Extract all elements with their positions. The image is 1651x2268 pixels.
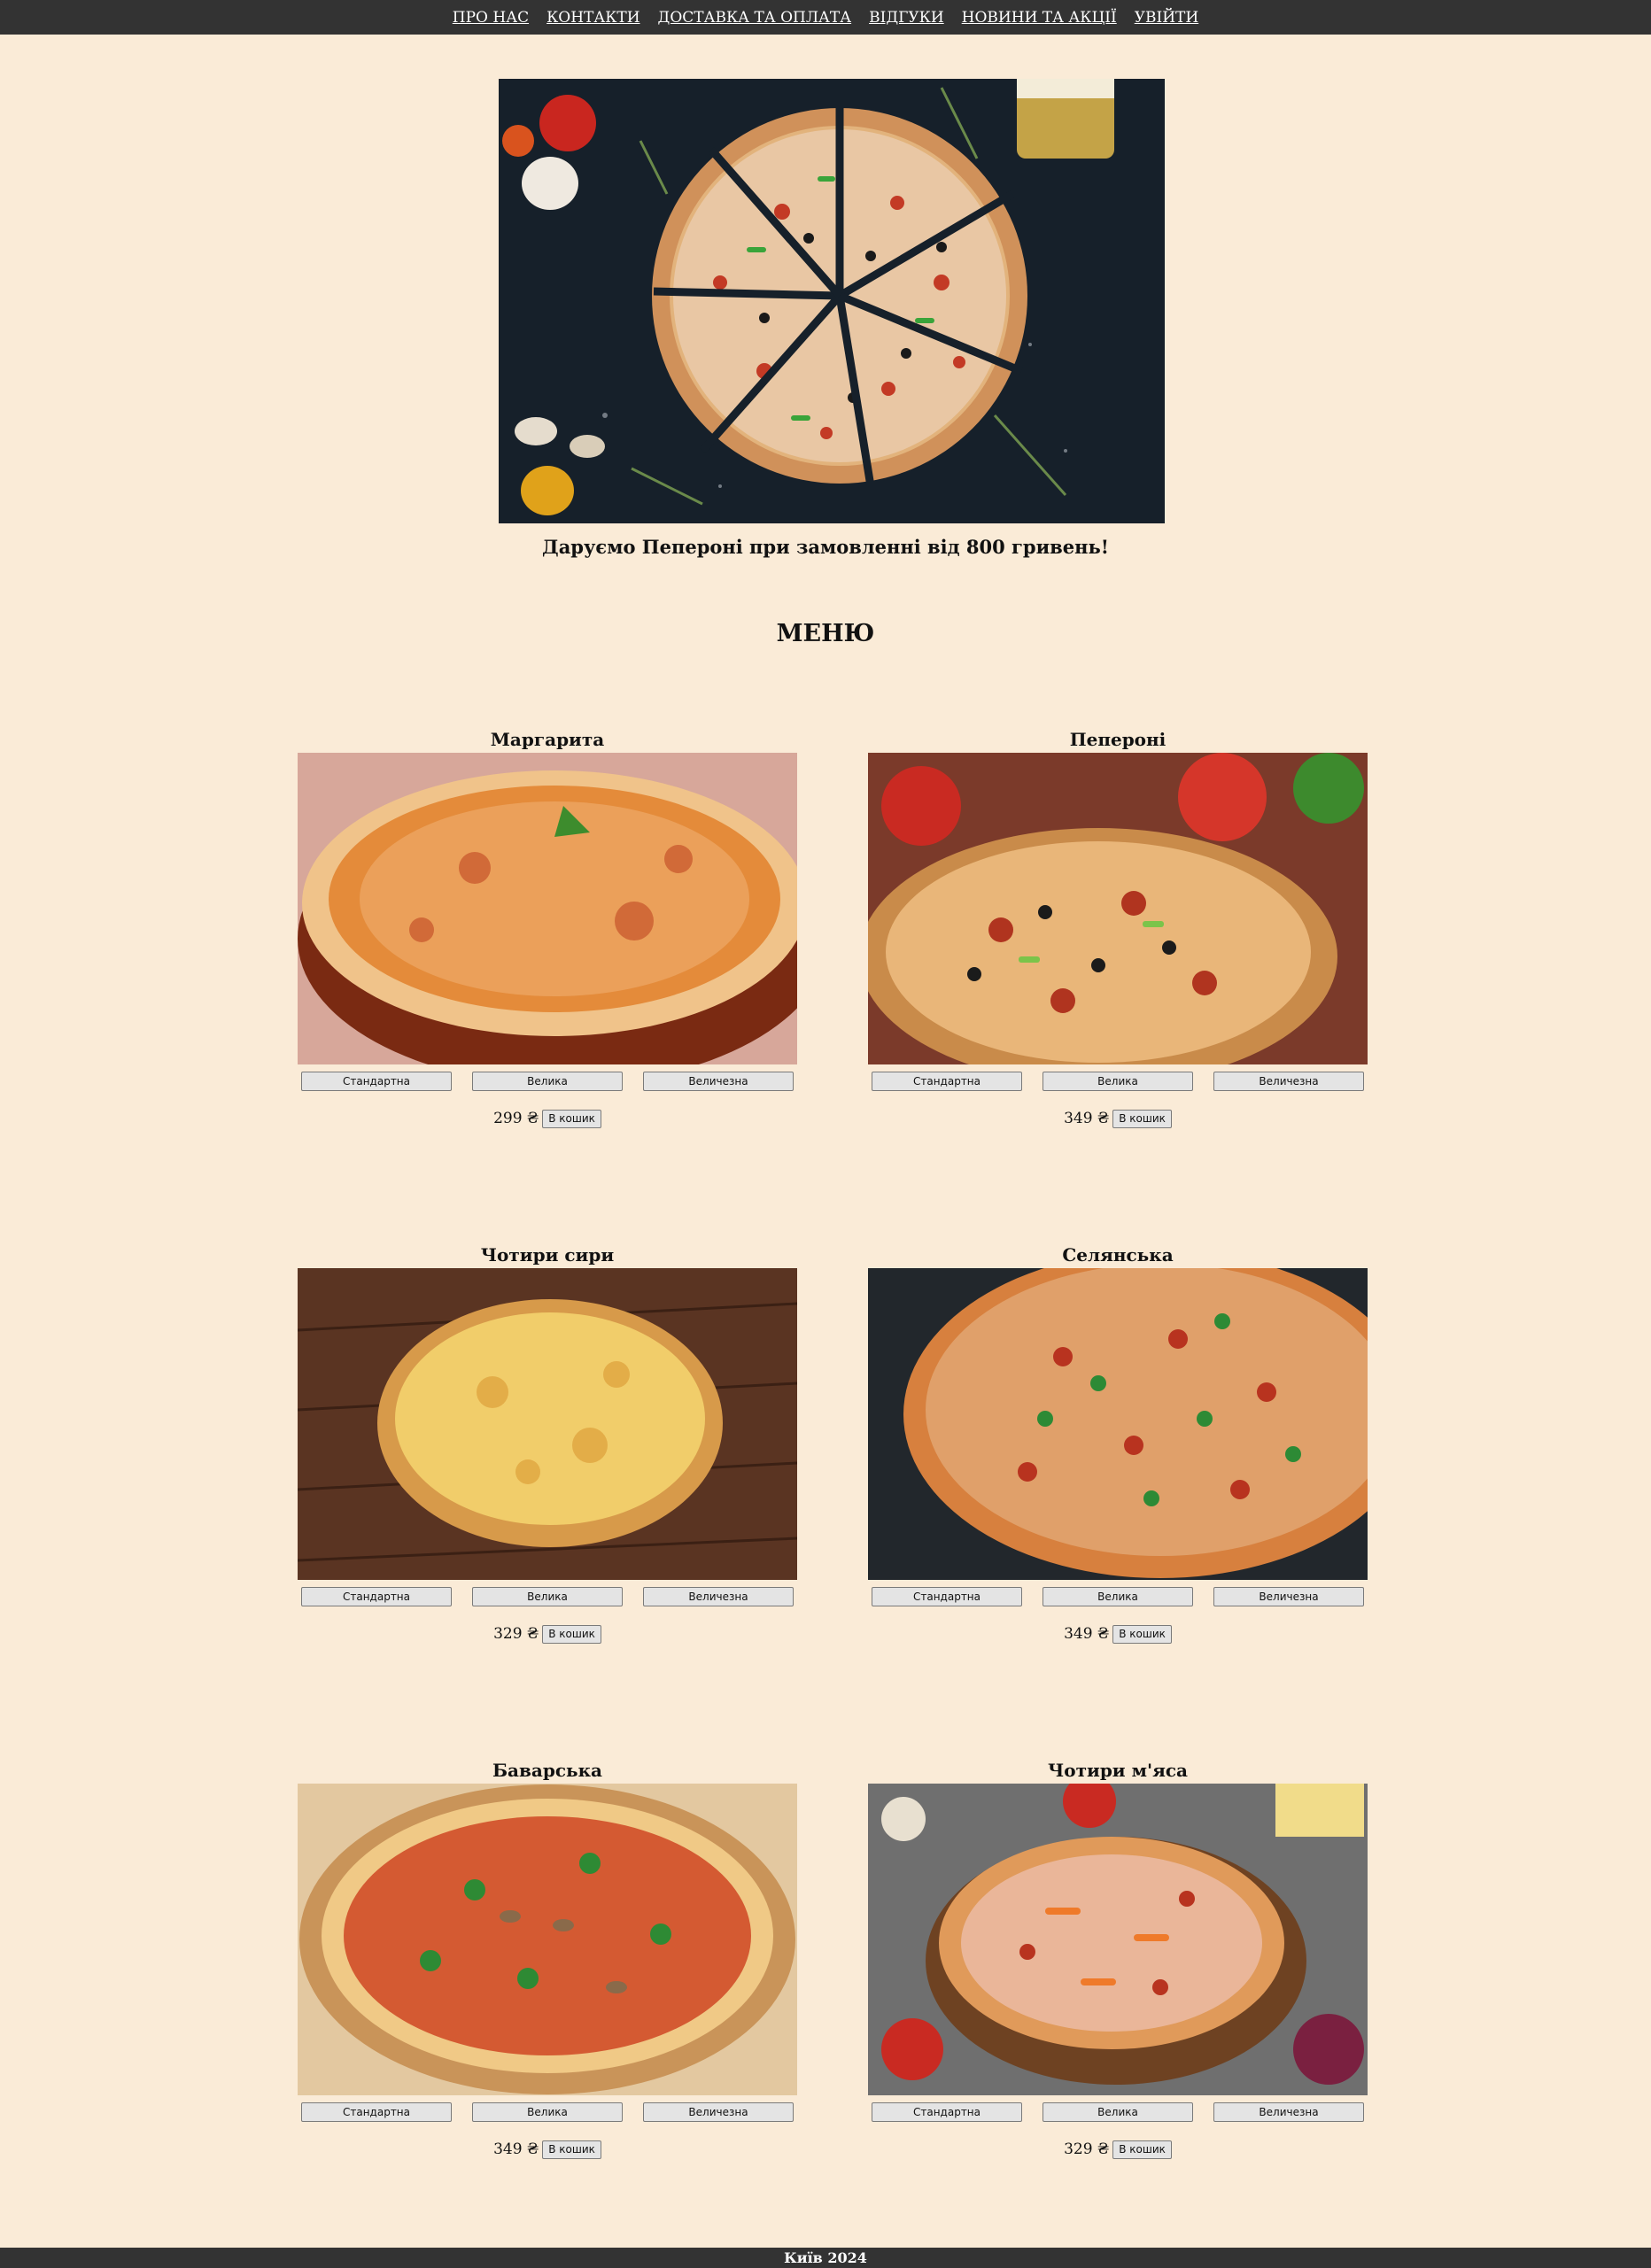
size-standard-button[interactable]: Стандартна bbox=[872, 1072, 1022, 1091]
product-price: 349 ₴ bbox=[493, 2140, 539, 2158]
price-row: 349 ₴ В кошик bbox=[868, 1623, 1368, 1645]
hero-pizza-illustration bbox=[499, 79, 1165, 523]
four-meats-pizza-image bbox=[868, 1784, 1368, 2095]
add-to-cart-button[interactable]: В кошик bbox=[1112, 1624, 1172, 1644]
promo-banner: Даруємо Пепероні при замовленні від 800 … bbox=[542, 536, 1109, 558]
product-name: Пепероні bbox=[1069, 729, 1167, 750]
price-row: 299 ₴ В кошик bbox=[298, 1108, 797, 1129]
product-card: Селянська Стандартна Велика Величезна 34… bbox=[868, 1242, 1368, 1645]
size-huge-button[interactable]: Величезна bbox=[1213, 2102, 1364, 2122]
country-pizza-image bbox=[868, 1268, 1368, 1580]
add-to-cart-button[interactable]: В кошик bbox=[542, 2140, 601, 2159]
product-price: 349 ₴ bbox=[1064, 1110, 1110, 1127]
bavarian-pizza-image bbox=[298, 1784, 797, 2095]
size-large-button[interactable]: Велика bbox=[1043, 1072, 1193, 1091]
product-name: Маргарита bbox=[490, 729, 605, 750]
size-options: Стандартна Велика Величезна bbox=[298, 1072, 797, 1091]
top-navigation: ПРО НАС КОНТАКТИ ДОСТАВКА ТА ОПЛАТА ВІДГ… bbox=[0, 0, 1651, 35]
product-card: Баварська Стандартна Велика Величезна 34… bbox=[298, 1757, 797, 2160]
nav-link-about[interactable]: ПРО НАС bbox=[453, 9, 529, 27]
product-card: Пепероні Стандартна Велика Величезна 349… bbox=[868, 726, 1368, 1129]
margherita-pizza-image bbox=[298, 753, 797, 1064]
product-name: Баварська bbox=[492, 1760, 603, 1781]
nav-link-contacts[interactable]: КОНТАКТИ bbox=[546, 9, 639, 27]
product-price: 349 ₴ bbox=[1064, 1625, 1110, 1643]
size-standard-button[interactable]: Стандартна bbox=[872, 1587, 1022, 1606]
menu-heading: МЕНЮ bbox=[776, 620, 875, 647]
nav-link-login[interactable]: УВІЙТИ bbox=[1135, 9, 1198, 27]
product-name: Селянська bbox=[1062, 1244, 1174, 1266]
pepperoni-pizza-image bbox=[868, 753, 1368, 1064]
size-options: Стандартна Велика Величезна bbox=[298, 2102, 797, 2122]
size-standard-button[interactable]: Стандартна bbox=[301, 2102, 452, 2122]
size-huge-button[interactable]: Величезна bbox=[643, 1072, 794, 1091]
size-standard-button[interactable]: Стандартна bbox=[301, 1072, 452, 1091]
nav-link-news[interactable]: НОВИНИ ТА АКЦІЇ bbox=[962, 9, 1117, 27]
product-name: Чотири сири bbox=[480, 1244, 615, 1266]
product-card: Чотири сири Стандартна Велика Величезна … bbox=[298, 1242, 797, 1645]
four-cheese-pizza-image bbox=[298, 1268, 797, 1580]
size-large-button[interactable]: Велика bbox=[1043, 2102, 1193, 2122]
product-name: Чотири м'яса bbox=[1047, 1760, 1189, 1781]
add-to-cart-button[interactable]: В кошик bbox=[542, 1624, 601, 1644]
product-card: Чотири м'яса Стандартна Велика Величезна… bbox=[868, 1757, 1368, 2160]
size-huge-button[interactable]: Величезна bbox=[643, 1587, 794, 1606]
footer: Київ 2024 bbox=[0, 2248, 1651, 2268]
price-row: 349 ₴ В кошик bbox=[868, 1108, 1368, 1129]
size-huge-button[interactable]: Величезна bbox=[1213, 1587, 1364, 1606]
size-options: Стандартна Велика Величезна bbox=[868, 2102, 1368, 2122]
hero-image bbox=[499, 79, 1165, 523]
size-options: Стандартна Велика Величезна bbox=[868, 1072, 1368, 1091]
size-large-button[interactable]: Велика bbox=[472, 2102, 623, 2122]
size-large-button[interactable]: Велика bbox=[472, 1072, 623, 1091]
product-price: 299 ₴ bbox=[493, 1110, 539, 1127]
size-huge-button[interactable]: Величезна bbox=[1213, 1072, 1364, 1091]
product-price: 329 ₴ bbox=[1064, 2140, 1110, 2158]
size-huge-button[interactable]: Величезна bbox=[643, 2102, 794, 2122]
add-to-cart-button[interactable]: В кошик bbox=[1112, 2140, 1172, 2159]
size-options: Стандартна Велика Величезна bbox=[298, 1587, 797, 1606]
product-price: 329 ₴ bbox=[493, 1625, 539, 1643]
size-standard-button[interactable]: Стандартна bbox=[872, 2102, 1022, 2122]
size-options: Стандартна Велика Величезна bbox=[868, 1587, 1368, 1606]
product-card: Маргарита Стандартна Велика Величезна 29… bbox=[298, 726, 797, 1129]
price-row: 349 ₴ В кошик bbox=[298, 2139, 797, 2160]
size-standard-button[interactable]: Стандартна bbox=[301, 1587, 452, 1606]
size-large-button[interactable]: Велика bbox=[1043, 1587, 1193, 1606]
price-row: 329 ₴ В кошик bbox=[298, 1623, 797, 1645]
size-large-button[interactable]: Велика bbox=[472, 1587, 623, 1606]
nav-link-reviews[interactable]: ВІДГУКИ bbox=[869, 9, 944, 27]
nav-link-delivery[interactable]: ДОСТАВКА ТА ОПЛАТА bbox=[658, 9, 852, 27]
add-to-cart-button[interactable]: В кошик bbox=[1112, 1109, 1172, 1128]
price-row: 329 ₴ В кошик bbox=[868, 2139, 1368, 2160]
add-to-cart-button[interactable]: В кошик bbox=[542, 1109, 601, 1128]
